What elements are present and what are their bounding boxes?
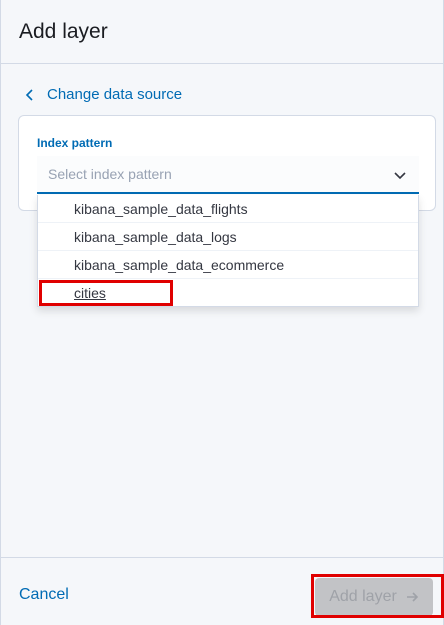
chevron-down-icon[interactable] xyxy=(393,168,407,182)
flyout-header: Add layer xyxy=(1,0,443,64)
cancel-button[interactable]: Cancel xyxy=(19,586,69,604)
change-data-source-label: Change data source xyxy=(47,86,183,103)
index-pattern-input[interactable]: Select index pattern xyxy=(48,166,172,182)
option-kibana-sample-data-logs[interactable]: kibana_sample_data_logs xyxy=(38,223,418,251)
add-layer-highlight-box xyxy=(311,574,444,618)
change-data-source-link[interactable]: Change data source xyxy=(23,86,182,103)
option-kibana-sample-data-flights[interactable]: kibana_sample_data_flights xyxy=(38,195,418,223)
index-pattern-combobox[interactable]: Select index pattern xyxy=(37,156,419,194)
option-kibana-sample-data-ecommerce[interactable]: kibana_sample_data_ecommerce xyxy=(38,251,418,279)
index-pattern-label: Index pattern xyxy=(37,136,113,150)
chevron-left-icon xyxy=(25,88,33,101)
page-title: Add layer xyxy=(19,20,108,43)
add-layer-flyout: Add layer Change data source Index patte… xyxy=(0,0,444,625)
cities-highlight-box xyxy=(39,280,173,306)
